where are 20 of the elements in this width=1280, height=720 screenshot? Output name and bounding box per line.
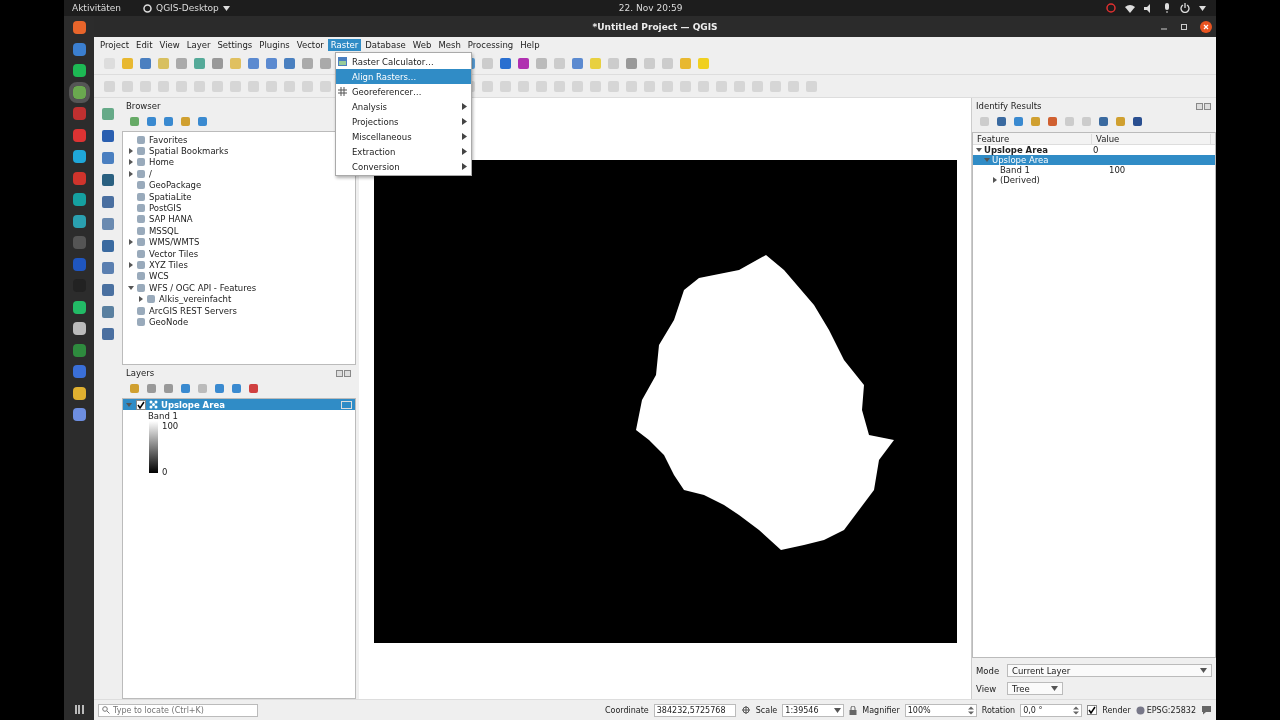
value-cell: 0 <box>1093 145 1099 155</box>
window-title: *Untitled Project — QGIS <box>591 21 719 32</box>
feature-cell: (Derived) <box>1000 175 1040 185</box>
feature-cell: Upslope Area <box>984 145 1048 155</box>
legend-label: Band 1 <box>147 410 179 421</box>
feature-cell: Band 1 <box>1000 165 1030 175</box>
panel-title: Identify Results <box>976 101 1042 111</box>
legend-value: 0 <box>162 467 169 477</box>
field-label: Magnifier <box>862 705 900 715</box>
field-label: Rotation <box>981 705 1016 715</box>
field-label: Mode <box>975 665 1001 676</box>
app-name: QGIS-Desktop <box>156 3 219 13</box>
legend-value: 100 <box>162 421 179 431</box>
feature-cell: Upslope Area <box>992 155 1049 165</box>
field-label: Render <box>1102 705 1131 715</box>
field-label: Coordinate <box>604 705 649 715</box>
value-cell: 100 <box>1109 165 1126 175</box>
panel-title: Layers <box>126 368 155 378</box>
field-label: Scale <box>755 705 778 715</box>
field-label: View <box>975 683 998 694</box>
